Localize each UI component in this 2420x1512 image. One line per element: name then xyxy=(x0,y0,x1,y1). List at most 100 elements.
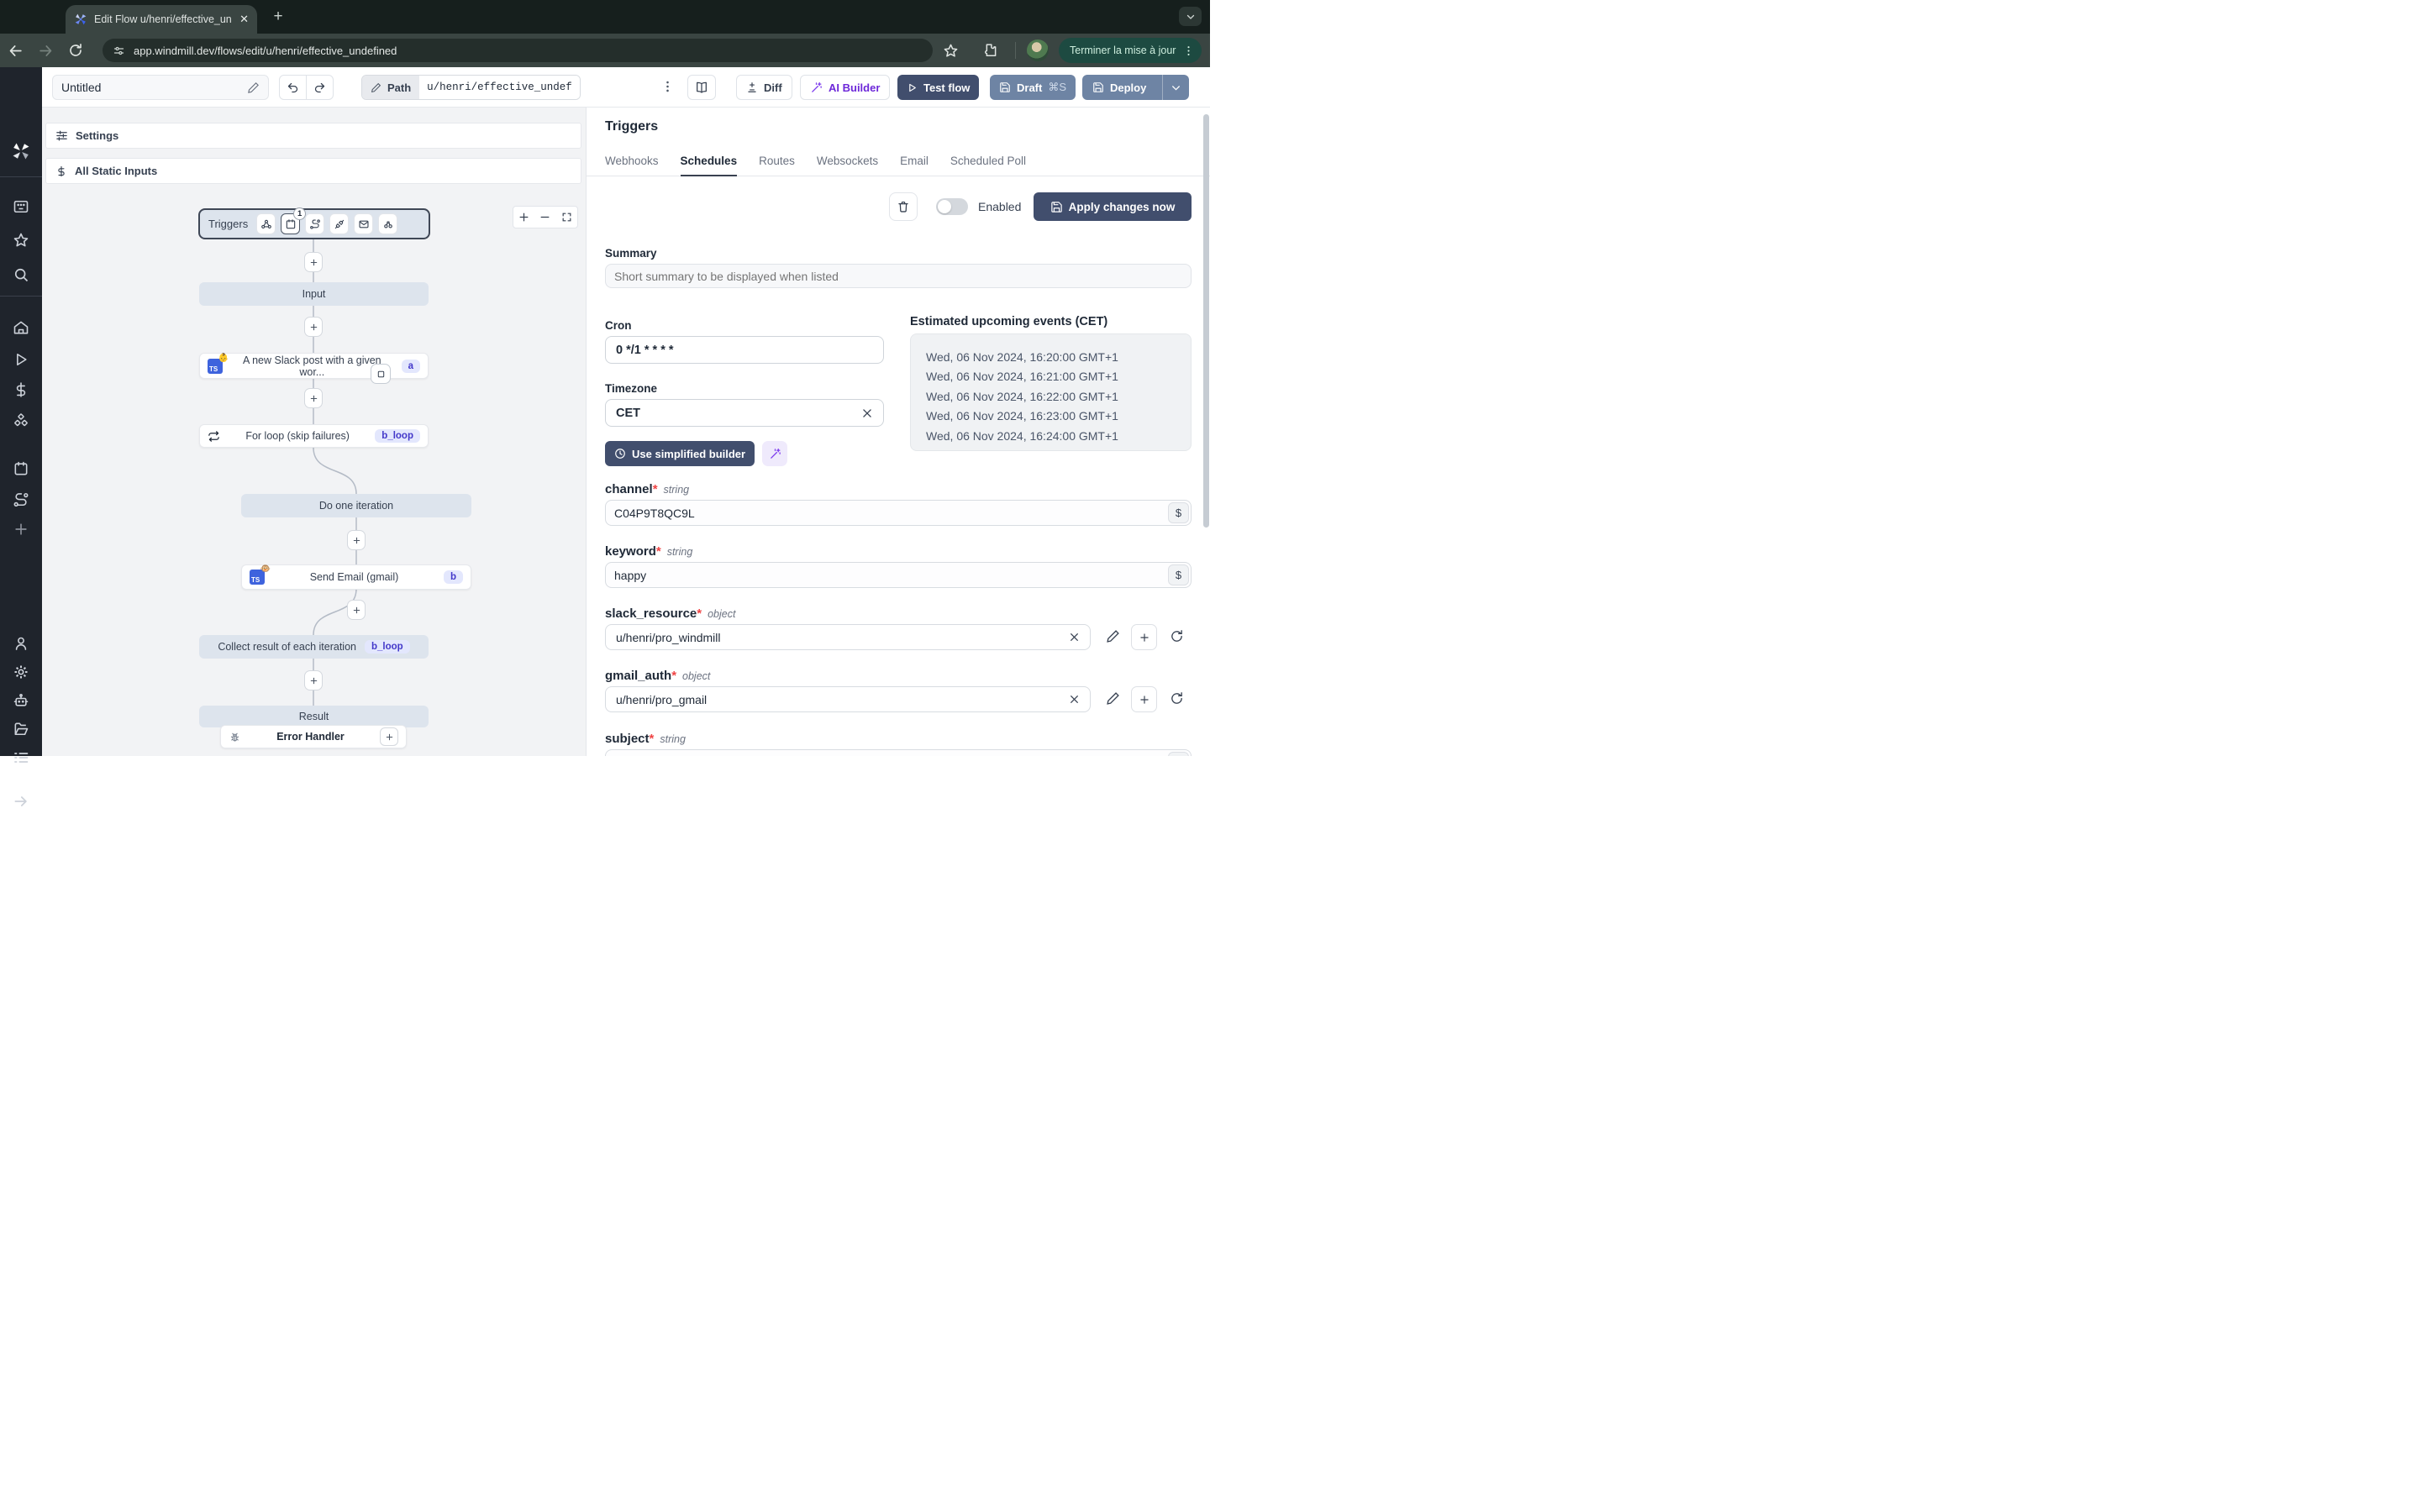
tab-websockets[interactable]: Websockets xyxy=(817,155,878,176)
slack-resource-input[interactable]: u/henri/pro_windmill xyxy=(605,624,1091,650)
simplified-builder-button[interactable]: Use simplified builder xyxy=(605,441,755,466)
refresh-resource-button[interactable] xyxy=(1170,629,1184,643)
scheduled-poll-trigger-icon[interactable] xyxy=(378,213,398,234)
ai-cron-button[interactable] xyxy=(762,441,787,466)
schedule-trigger-icon[interactable]: 1 xyxy=(281,207,307,234)
bookmark-star-icon[interactable] xyxy=(943,43,959,59)
back-button[interactable] xyxy=(0,43,30,59)
sidebar-item-workspace[interactable] xyxy=(13,198,29,215)
delete-schedule-button[interactable] xyxy=(889,192,918,221)
email-trigger-icon[interactable] xyxy=(354,213,374,234)
fit-view-icon[interactable] xyxy=(561,212,572,223)
forward-button[interactable] xyxy=(30,43,60,59)
add-step-button[interactable] xyxy=(304,317,323,337)
websocket-trigger-icon[interactable] xyxy=(329,213,350,234)
sidebar-item-variables[interactable] xyxy=(13,381,29,398)
keyword-input[interactable] xyxy=(605,562,1192,588)
windmill-logo[interactable] xyxy=(11,141,31,161)
deploy-dropdown-button[interactable] xyxy=(1162,75,1189,100)
keyword-var-picker-button[interactable]: $ xyxy=(1168,564,1189,585)
tab-close-icon[interactable]: ✕ xyxy=(239,13,249,26)
tab-schedules[interactable]: Schedules xyxy=(680,155,738,176)
url-field[interactable]: app.windmill.dev/flows/edit/u/henri/effe… xyxy=(103,39,933,62)
deploy-button[interactable]: Deploy xyxy=(1082,81,1156,94)
extensions-puzzle-icon[interactable] xyxy=(981,42,997,58)
kebab-menu-icon[interactable] xyxy=(1182,45,1195,57)
slack-step-node[interactable]: TS 👶 A new Slack post with a given wor...… xyxy=(199,353,429,379)
add-step-button[interactable] xyxy=(347,530,366,550)
subject-var-picker-button[interactable]: $ xyxy=(1168,752,1189,756)
collect-result-node[interactable]: Collect result of each iteration b_loop xyxy=(199,635,429,659)
tab-scheduled-poll[interactable]: Scheduled Poll xyxy=(950,155,1026,176)
do-one-iteration-node[interactable]: Do one iteration xyxy=(241,494,471,517)
undo-button[interactable] xyxy=(279,75,307,100)
webhook-trigger-icon[interactable] xyxy=(256,213,276,234)
edit-resource-button[interactable] xyxy=(1106,629,1120,643)
test-flow-button[interactable]: Test flow xyxy=(897,75,980,100)
refresh-resource-button[interactable] xyxy=(1170,691,1184,706)
redo-button[interactable] xyxy=(306,75,334,100)
enabled-toggle[interactable] xyxy=(936,198,968,215)
tab-webhooks[interactable]: Webhooks xyxy=(605,155,659,176)
ai-builder-button[interactable]: AI Builder xyxy=(800,75,891,100)
sidebar-item-settings[interactable] xyxy=(13,664,29,680)
add-step-button[interactable] xyxy=(304,252,323,272)
summary-input[interactable] xyxy=(605,264,1192,288)
timezone-input[interactable]: CET xyxy=(605,399,884,427)
edit-resource-button[interactable] xyxy=(1106,691,1120,706)
diff-button[interactable]: Diff xyxy=(736,75,792,100)
sidebar-item-user[interactable] xyxy=(13,635,29,652)
tab-search-button[interactable] xyxy=(1179,7,1202,26)
browser-update-button[interactable]: Terminer la mise à jour xyxy=(1059,38,1202,63)
browser-profile-avatar[interactable] xyxy=(1027,39,1049,61)
sidebar-item-schedules[interactable] xyxy=(13,460,29,477)
sidebar-item-resources[interactable] xyxy=(13,412,29,429)
sidebar-item-runs[interactable] xyxy=(13,351,29,368)
reload-button[interactable] xyxy=(60,43,91,58)
gmail-auth-input[interactable]: u/henri/pro_gmail xyxy=(605,686,1091,712)
tab-routes[interactable]: Routes xyxy=(759,155,795,176)
sidebar-item-search[interactable] xyxy=(13,266,29,283)
sidebar-item-home[interactable] xyxy=(13,319,29,336)
cron-input[interactable] xyxy=(605,336,884,364)
docs-button[interactable] xyxy=(687,75,716,100)
add-error-handler-button[interactable] xyxy=(380,727,398,746)
clear-icon[interactable] xyxy=(1069,632,1080,643)
channel-var-picker-button[interactable]: $ xyxy=(1168,502,1189,523)
sidebar-item-favorites[interactable] xyxy=(13,232,29,249)
add-step-button[interactable] xyxy=(304,388,323,408)
zoom-out-icon[interactable] xyxy=(539,212,550,223)
subject-input[interactable] xyxy=(605,749,1192,756)
error-handler-node[interactable]: Error Handler xyxy=(220,725,407,748)
triggers-node[interactable]: Triggers 1 xyxy=(198,207,430,239)
add-resource-button[interactable] xyxy=(1131,686,1157,712)
stop-after-step-button[interactable] xyxy=(371,364,391,384)
clear-icon[interactable] xyxy=(1069,694,1080,705)
flow-path-group[interactable]: Path u/henri/effective_undef xyxy=(361,75,581,100)
sidebar-item-audit-logs[interactable] xyxy=(13,749,29,766)
more-options-button[interactable] xyxy=(660,74,675,99)
sidebar-item-workers[interactable] xyxy=(13,692,29,709)
zoom-in-icon[interactable] xyxy=(518,212,529,223)
new-tab-button[interactable]: + xyxy=(269,8,287,26)
add-step-button[interactable] xyxy=(304,670,323,690)
add-resource-button[interactable] xyxy=(1131,624,1157,650)
add-step-button[interactable] xyxy=(347,600,366,620)
route-trigger-icon[interactable] xyxy=(305,213,325,234)
panel-scrollbar[interactable] xyxy=(1203,114,1209,528)
sidebar-item-add[interactable] xyxy=(13,521,29,538)
tab-email[interactable]: Email xyxy=(900,155,929,176)
sidebar-item-folders[interactable] xyxy=(13,721,29,738)
input-node[interactable]: Input xyxy=(199,282,429,306)
apply-changes-button[interactable]: Apply changes now xyxy=(1034,192,1192,221)
channel-input[interactable] xyxy=(605,500,1192,526)
send-email-node[interactable]: TS 🐵 Send Email (gmail) b xyxy=(241,564,471,590)
sidebar-expand-arrow-icon[interactable] xyxy=(13,793,29,810)
forloop-node[interactable]: For loop (skip failures) b_loop xyxy=(199,424,429,448)
draft-button[interactable]: Draft ⌘S xyxy=(990,75,1076,100)
browser-tab[interactable]: Edit Flow u/henri/effective_un ✕ xyxy=(66,5,257,34)
flow-title-input[interactable]: Untitled xyxy=(52,75,269,100)
clear-icon[interactable] xyxy=(861,407,873,419)
path-value[interactable]: u/henri/effective_undef xyxy=(419,76,580,99)
sidebar-item-routes[interactable] xyxy=(13,491,29,508)
